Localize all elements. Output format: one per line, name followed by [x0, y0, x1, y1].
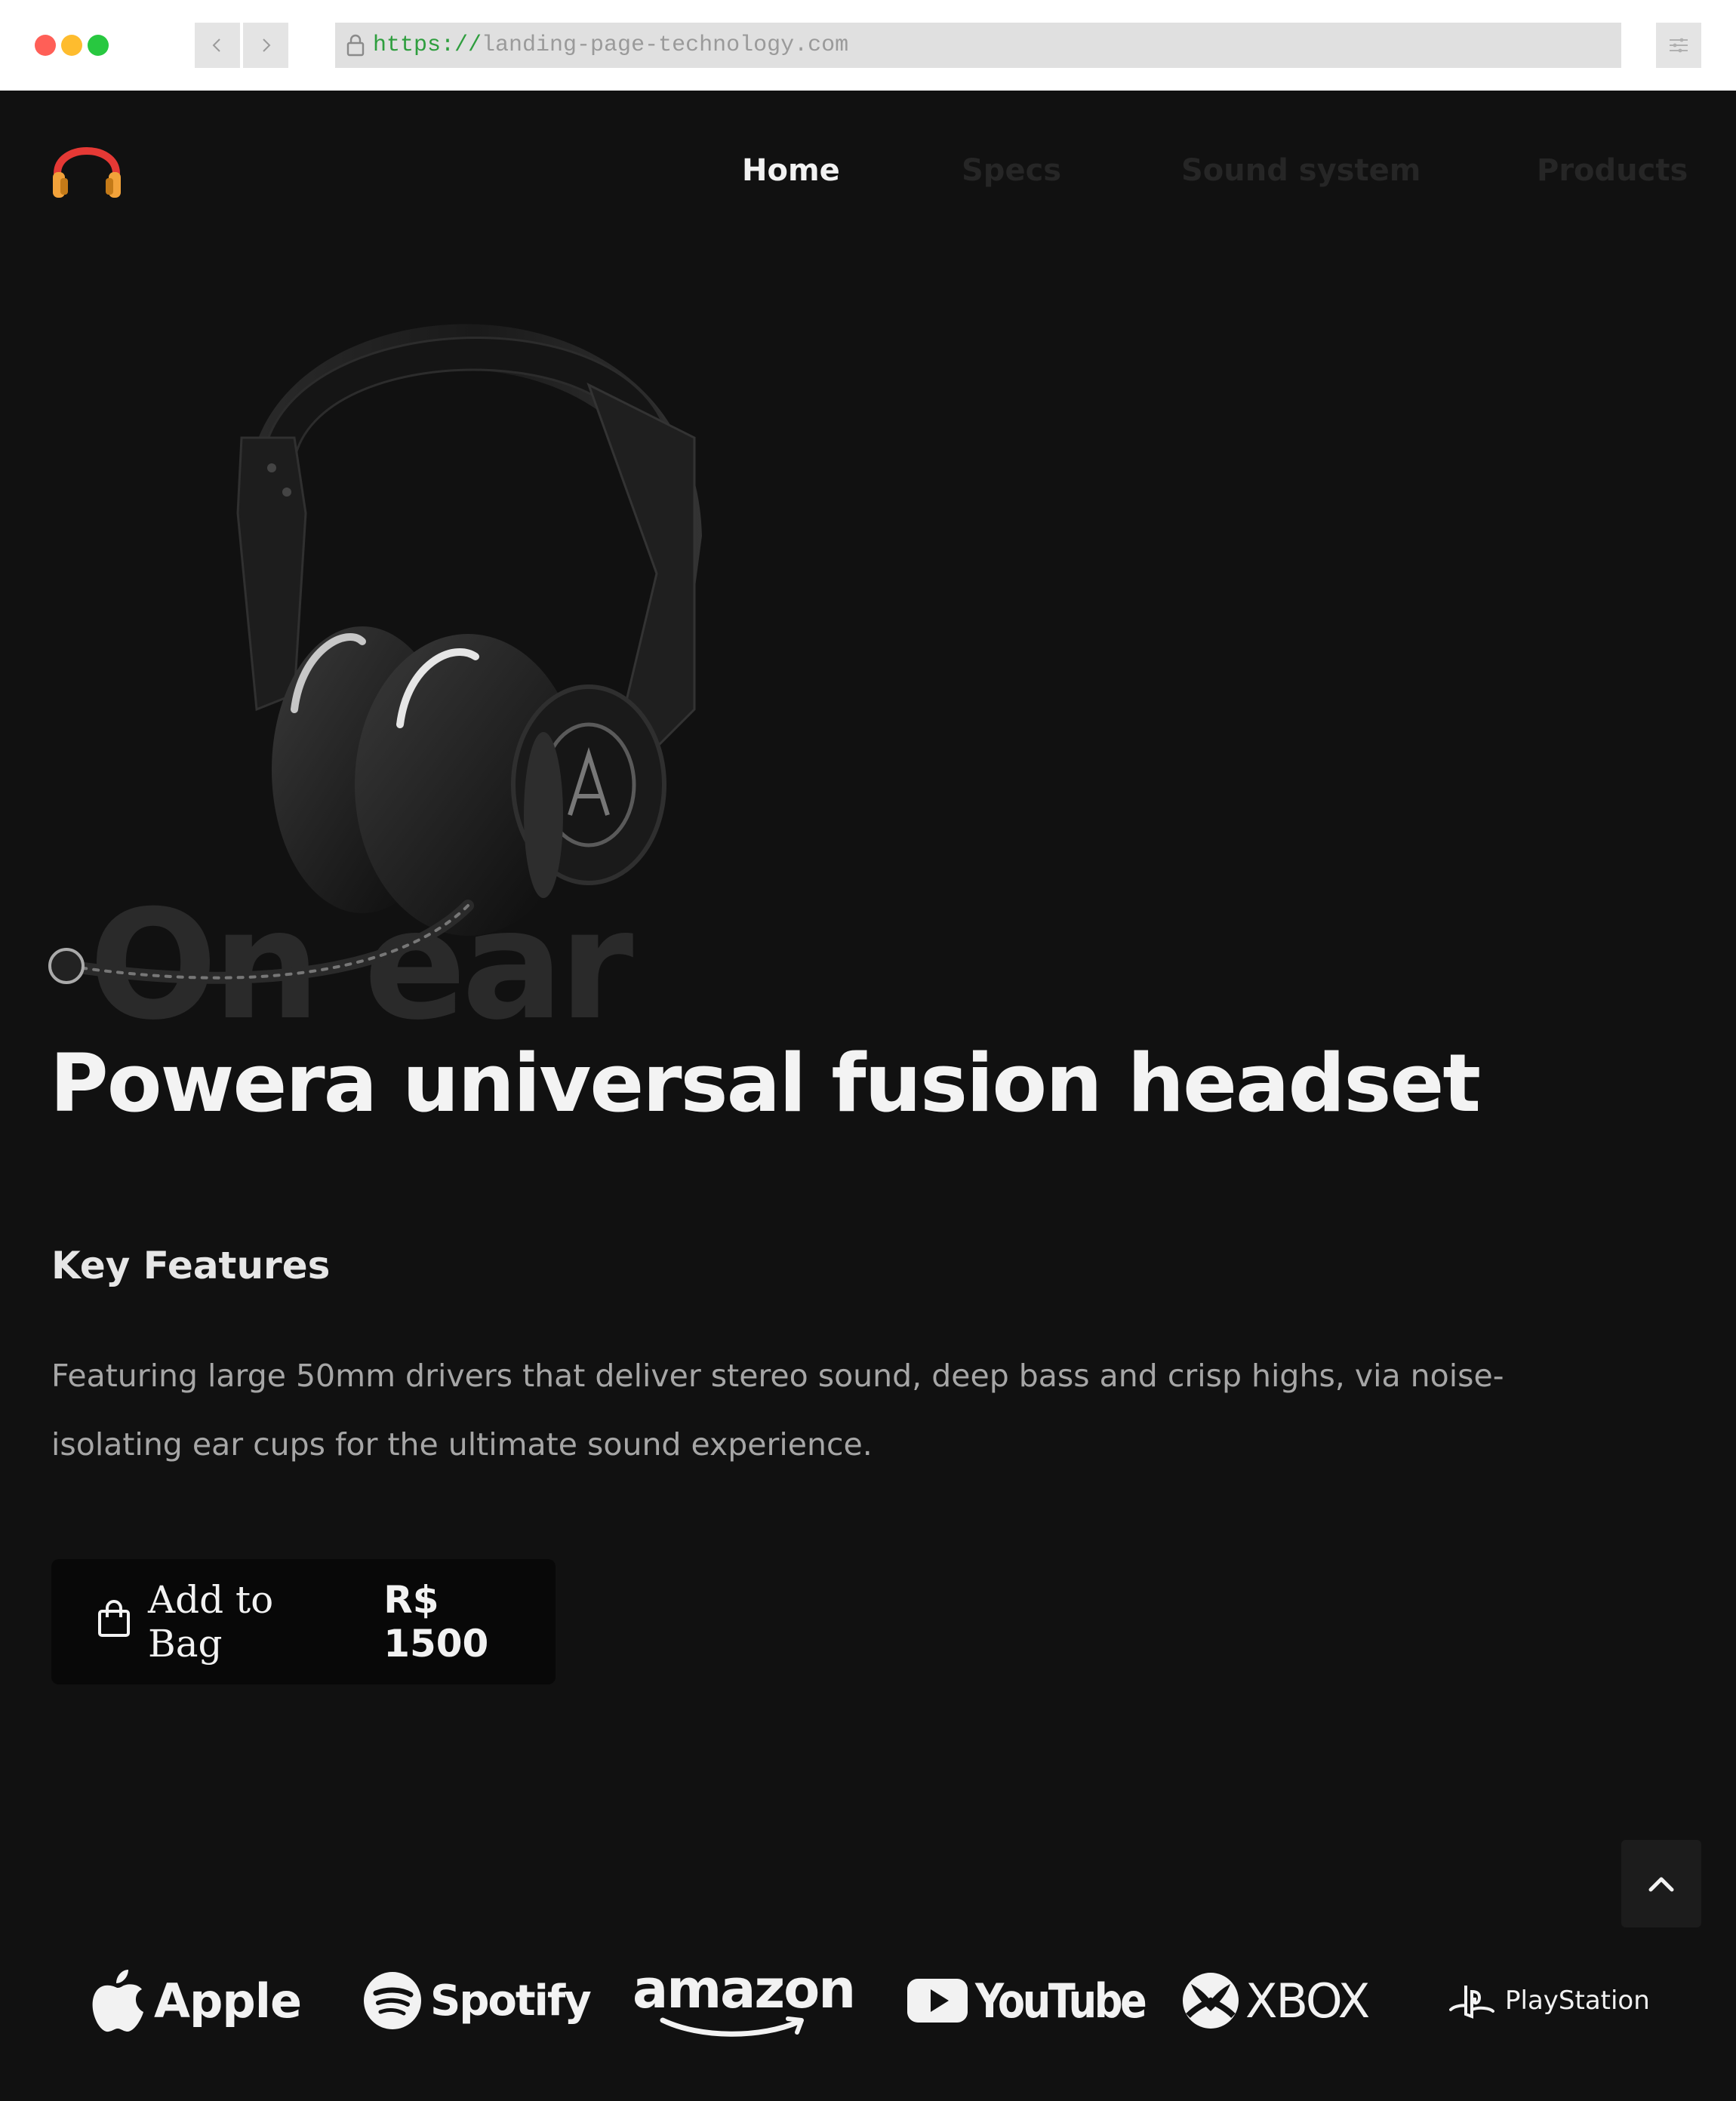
partner-spotify-name: Spotify [430, 1976, 592, 2026]
features-heading: Key Features [51, 1244, 331, 1287]
apple-icon [92, 1970, 143, 2032]
features-description: Featuring large 50mm drivers that delive… [51, 1358, 1504, 1463]
partner-apple: Apple [89, 1959, 302, 2042]
chevron-right-icon [263, 38, 271, 52]
price: R$ 1500 [383, 1578, 489, 1666]
url-scheme: https:// [373, 32, 482, 58]
chevron-up-icon [1648, 1877, 1674, 1892]
window-close-dot[interactable] [35, 35, 56, 56]
scroll-to-top-button[interactable] [1621, 1840, 1701, 1927]
amazon-smile-icon [660, 2016, 804, 2037]
back-button[interactable] [195, 23, 240, 68]
partner-apple-name: Apple [154, 1973, 302, 2029]
headset-product-image [48, 324, 702, 984]
partner-playstation-name: PlayStation [1505, 1986, 1650, 2016]
url-host: landing-page-technology.com [482, 32, 849, 58]
partner-xbox: XBOX [1180, 1959, 1370, 2042]
youtube-play-icon [907, 1979, 968, 2023]
nav-sound-system[interactable]: Sound system [1181, 148, 1421, 193]
nav-specs[interactable]: Specs [962, 148, 1061, 193]
partner-amazon-name: amazon [633, 1958, 856, 2020]
browser-menu-button[interactable] [1656, 23, 1701, 68]
forward-button[interactable] [243, 23, 288, 68]
nav-home[interactable]: Home [742, 148, 840, 193]
product-title: Powera universal fusion headset [50, 1037, 1481, 1130]
partner-youtube: YouTube [906, 1959, 1174, 2042]
shopping-bag-icon [97, 1599, 131, 1638]
nav-products[interactable]: Products [1537, 148, 1688, 193]
spotify-icon [364, 1972, 421, 2029]
window-minimize-dot[interactable] [61, 35, 82, 56]
logo[interactable] [50, 134, 124, 202]
partner-amazon: amazon [633, 1958, 856, 2042]
partner-playstation: PlayStation [1449, 1959, 1650, 2042]
window-maximize-dot[interactable] [88, 35, 109, 56]
browser-chrome: https://landing-page-technology.com [0, 0, 1736, 91]
partner-spotify: Spotify [362, 1959, 592, 2042]
partner-youtube-name: YouTube [975, 1973, 1147, 2029]
chevron-left-icon [212, 38, 220, 52]
xbox-icon [1183, 1973, 1239, 2029]
add-to-bag-button[interactable]: Add to Bag R$ 1500 [51, 1559, 556, 1684]
menu-icon [1670, 38, 1688, 53]
playstation-icon [1449, 1986, 1494, 2019]
headphones-icon [53, 147, 121, 198]
lock-icon [346, 34, 365, 57]
partner-xbox-name: XBOX [1245, 1973, 1370, 2029]
add-to-bag-label: Add to Bag [148, 1578, 274, 1666]
address-bar[interactable]: https://landing-page-technology.com [335, 23, 1621, 68]
